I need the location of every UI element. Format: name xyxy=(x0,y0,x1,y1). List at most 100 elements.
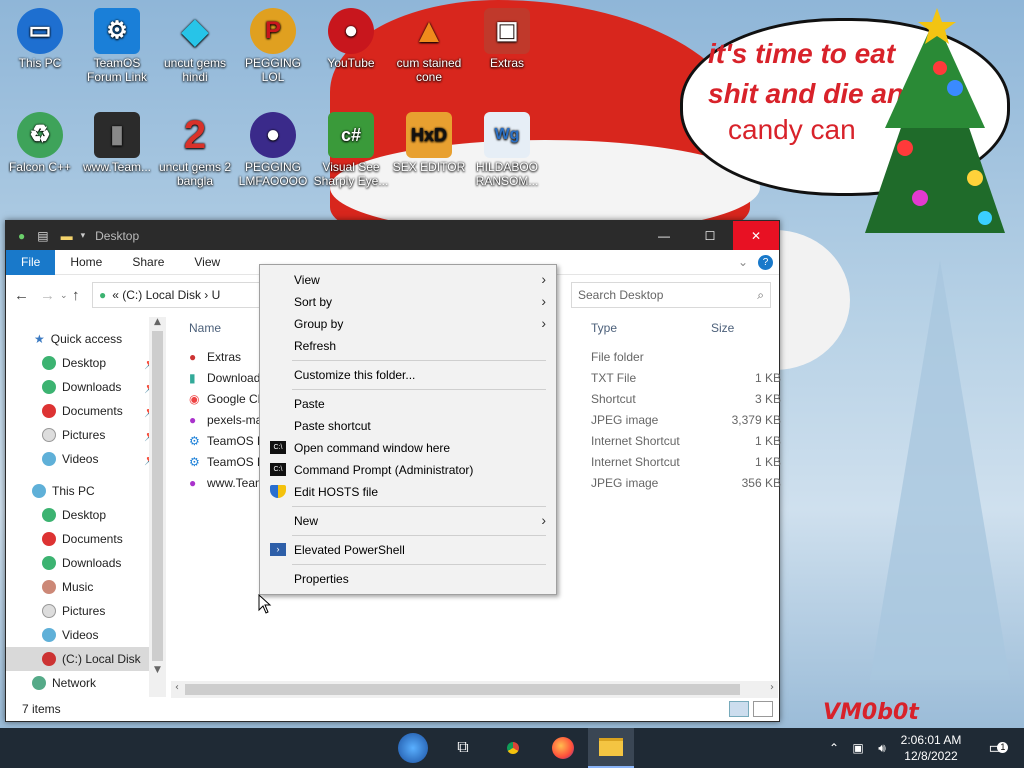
desktop-icon-uncut-gems-2[interactable]: 2 uncut gems 2 bangla xyxy=(156,112,234,188)
task-view-icon: ⧉ xyxy=(457,739,469,756)
desktop-icon-extras[interactable]: ▣ Extras xyxy=(468,8,546,70)
recent-dropdown-icon[interactable]: ⌄ xyxy=(60,290,72,301)
menu-item-cmd-admin[interactable]: C:\ Command Prompt (Administrator) xyxy=(260,459,556,481)
menu-item-new[interactable]: New › xyxy=(260,510,556,532)
nav-quick-videos[interactable]: Videos📌 xyxy=(6,447,166,471)
traffic-cone-icon: ▲ xyxy=(412,12,446,50)
menu-item-refresh[interactable]: Refresh xyxy=(260,335,556,357)
column-header-type[interactable]: Type xyxy=(591,321,617,335)
desktop-icon-this-pc[interactable]: ▭ This PC xyxy=(1,8,79,70)
chrome-taskbar-button[interactable] xyxy=(490,728,536,768)
firefox-icon xyxy=(552,737,574,759)
nav-quick-documents[interactable]: Documents📌 xyxy=(6,399,166,423)
chevron-right-icon: › xyxy=(541,271,546,287)
menu-item-properties[interactable]: Properties xyxy=(260,568,556,590)
nav-quick-access[interactable]: ★ Quick access xyxy=(6,327,166,351)
nav-quick-pictures[interactable]: Pictures📌 xyxy=(6,423,166,447)
notifications-button[interactable]: ▭ 1 xyxy=(976,728,1016,768)
nav-pc-local-disk[interactable]: (C:) Local Disk xyxy=(6,647,166,671)
desktop-icon-teamos-link[interactable]: ⚙ TeamOS Forum Link xyxy=(78,8,156,84)
nav-this-pc[interactable]: This PC xyxy=(6,479,166,503)
menu-item-powershell[interactable]: › Elevated PowerShell xyxy=(260,539,556,561)
tab-home[interactable]: Home xyxy=(55,250,117,275)
details-view-icon[interactable] xyxy=(729,701,749,717)
desktop-icon-falcon[interactable]: ♻ Falcon C++ xyxy=(1,112,79,174)
nav-quick-downloads[interactable]: Downloads📌 xyxy=(6,375,166,399)
large-icons-view-icon[interactable] xyxy=(753,701,773,717)
ribbon-expand-icon[interactable]: ⌄ xyxy=(738,255,748,269)
menu-item-open-cmd[interactable]: C:\ Open command window here xyxy=(260,437,556,459)
desktop-icon-sex-editor[interactable]: HxD SEX EDITOR xyxy=(390,112,468,174)
qat-properties-icon[interactable]: ▤ xyxy=(37,229,48,243)
status-bar: 7 items xyxy=(6,697,779,721)
tray-overflow-button[interactable]: ⌃ xyxy=(822,728,846,768)
maximize-button[interactable]: ☐ xyxy=(687,221,733,250)
desktop-icon-youtube[interactable]: ● YouTube xyxy=(312,8,390,70)
search-input[interactable]: Search Desktop ⌕ xyxy=(571,282,771,308)
forward-arrow-icon[interactable]: → xyxy=(40,287,60,304)
downloads-folder-icon xyxy=(42,556,56,570)
menu-item-edit-hosts[interactable]: Edit HOSTS file xyxy=(260,481,556,503)
nav-pc-downloads[interactable]: Downloads xyxy=(6,551,166,575)
help-icon[interactable]: ? xyxy=(758,254,773,270)
qat-new-folder-icon[interactable]: ▬ xyxy=(61,229,73,243)
speech-bubble-text-2: candy can xyxy=(728,114,856,145)
downloads-folder-icon xyxy=(42,380,56,394)
tab-file[interactable]: File xyxy=(6,249,56,275)
close-button[interactable]: ✕ xyxy=(733,221,779,250)
desktop-icon-www-team[interactable]: ▮ www.Team... xyxy=(78,112,156,174)
notification-icon: ▭ 1 xyxy=(988,738,1009,758)
nav-pc-pictures[interactable]: Pictures xyxy=(6,599,166,623)
app-icon: ● xyxy=(18,228,26,243)
nav-pc-videos[interactable]: Videos xyxy=(6,623,166,647)
qat-dropdown-icon[interactable]: ▾ xyxy=(81,230,86,241)
nav-pc-desktop[interactable]: Desktop xyxy=(6,503,166,527)
menu-item-view[interactable]: View › xyxy=(260,269,556,291)
star-icon: ★ xyxy=(34,332,45,346)
clock-date: 12/8/2022 xyxy=(904,749,958,763)
menu-item-customize[interactable]: Customize this folder... xyxy=(260,364,556,386)
network-icon: ▣ xyxy=(852,741,864,755)
horizontal-scrollbar[interactable]: ‹ › xyxy=(171,681,778,698)
desktop-icon-hildaboo[interactable]: Wg HILDABOO RANSOM... xyxy=(468,112,546,188)
desktop-icon-visual-csharp[interactable]: c# Visual See Sharply Eye... xyxy=(312,112,390,188)
nav-scrollbar[interactable]: ▲ ▼ xyxy=(149,317,166,697)
computer-icon: ▭ xyxy=(17,8,63,54)
network-tray-icon[interactable]: ▣ xyxy=(846,728,870,768)
up-arrow-icon[interactable]: ↑ xyxy=(72,287,92,304)
nav-quick-desktop[interactable]: Desktop📌 xyxy=(6,351,166,375)
menu-item-group-by[interactable]: Group by › xyxy=(260,313,556,335)
start-button[interactable] xyxy=(390,728,436,768)
task-view-button[interactable]: ⧉ xyxy=(440,728,486,768)
desktop-icon-pegging-lmfao[interactable]: ● PEGGING LMFAOOOO xyxy=(234,112,312,188)
tab-view[interactable]: View xyxy=(179,250,235,275)
clock[interactable]: 2:06:01 AM 12/8/2022 xyxy=(896,732,966,764)
menu-item-paste-shortcut[interactable]: Paste shortcut xyxy=(260,415,556,437)
csharp-icon: c# xyxy=(328,112,374,158)
windows-orb-icon xyxy=(398,733,428,763)
menu-item-paste[interactable]: Paste xyxy=(260,393,556,415)
desktop-icon-cone[interactable]: ▲ cum stained cone xyxy=(390,8,468,84)
documents-folder-icon xyxy=(42,404,56,418)
angry-bird-icon: ● xyxy=(328,8,374,54)
minimize-button[interactable]: — xyxy=(641,221,687,250)
tab-share[interactable]: Share xyxy=(117,250,179,275)
scroll-thumb[interactable] xyxy=(152,331,163,661)
nav-pc-music[interactable]: Music xyxy=(6,575,166,599)
menu-item-sort-by[interactable]: Sort by › xyxy=(260,291,556,313)
back-arrow-icon[interactable]: ← xyxy=(14,287,40,304)
firefox-taskbar-button[interactable] xyxy=(540,728,586,768)
column-header-size[interactable]: Size xyxy=(711,321,734,335)
videos-folder-icon xyxy=(42,452,56,466)
nav-pc-documents[interactable]: Documents xyxy=(6,527,166,551)
scroll-thumb[interactable] xyxy=(185,684,740,695)
desktop-icon-pegging[interactable]: P PEGGING LOL xyxy=(234,8,312,84)
explorer-taskbar-button[interactable] xyxy=(588,728,634,768)
volume-tray-icon[interactable]: 🔊︎ xyxy=(870,728,894,768)
column-header-name[interactable]: Name xyxy=(189,321,221,335)
chrome-icon xyxy=(502,737,524,759)
clock-time: 2:06:01 AM xyxy=(900,733,962,747)
desktop-icon-uncut-gems[interactable]: ◆ uncut gems hindi xyxy=(156,8,234,84)
nav-network[interactable]: Network xyxy=(6,671,166,695)
gear-icon: ⚙ xyxy=(189,434,200,448)
